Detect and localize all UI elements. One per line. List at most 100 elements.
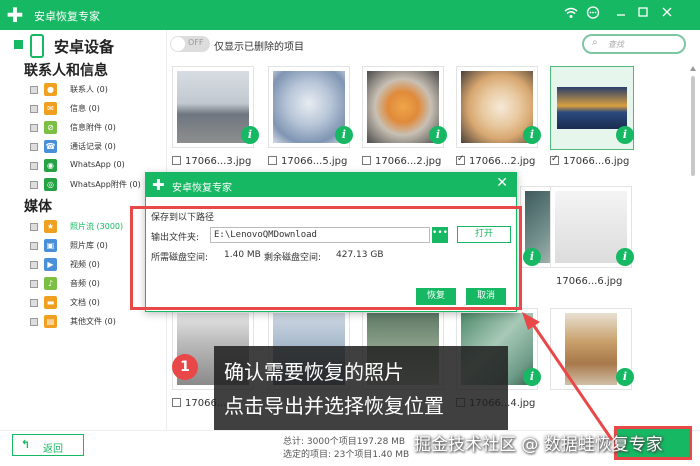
info-icon[interactable]: i [523,248,541,266]
wifi-icon[interactable] [562,6,580,24]
video-icon: ▶ [44,258,57,271]
dialog-header: ✚ 安卓恢复专家 ✕ [146,173,516,197]
toggle-label: 仅显示已删除的项目 [214,42,304,53]
sidebar-item-label: 音频 (0) [70,279,100,288]
item-checkbox[interactable] [30,261,38,269]
photo-image [177,71,249,143]
sidebar-item-messages[interactable]: ✉ 信息 (0) [30,101,160,117]
message-icon: ✉ [44,102,57,115]
sidebar-item-whatsapp[interactable]: ◉ WhatsApp (0) [30,158,160,174]
group-media: 媒体 [24,199,52,215]
toggle-knob [171,37,185,51]
search-placeholder: 查找 [608,40,624,49]
search-icon: ⌕ [592,37,598,48]
photo-image [565,313,617,385]
chat-icon[interactable] [584,6,602,24]
back-button[interactable]: ↰ 返回 [12,434,84,456]
photo-filename[interactable]: 17066...2.jpg [362,156,441,167]
app-logo-icon: ✚ [6,3,24,27]
audio-icon: ♪ [44,277,57,290]
sidebar-item-label: 信息 (0) [70,104,100,113]
photo-checkbox[interactable] [172,156,181,165]
photo-filename[interactable]: 17066...5.jpg [268,156,347,167]
vertical-scrollbar[interactable] [690,64,696,364]
info-icon[interactable]: i [616,248,634,266]
device-checkbox[interactable] [14,40,23,49]
info-icon[interactable]: i [523,368,541,386]
sidebar-item-label: 通话记录 (0) [70,142,116,151]
contacts-icon: ● [44,83,57,96]
sidebar-item-label: 照片库 (0) [70,241,108,250]
item-checkbox[interactable] [30,143,38,151]
info-icon[interactable]: i [429,126,447,144]
info-icon[interactable]: i [523,126,541,144]
whatsapp-icon: ◉ [44,159,57,172]
device-label: 安卓设备 [54,38,115,56]
photo-checkbox[interactable] [172,398,181,407]
sidebar-item-label: 照片流 (3000) [70,222,124,231]
search-input[interactable]: ⌕ 查找 [582,34,686,54]
dialog-close-icon[interactable]: ✕ [496,175,508,191]
item-checkbox[interactable] [30,181,38,189]
call-log-icon: ☎ [44,140,57,153]
total-items-text: 总计: 3000个项目197.28 MB [283,437,406,447]
instruction-overlay: 确认需要恢复的照片 点击导出并选择恢复位置 [214,346,508,430]
item-checkbox[interactable] [30,223,38,231]
item-checkbox[interactable] [30,162,38,170]
item-checkbox[interactable] [30,86,38,94]
photo-checkbox-checked[interactable] [456,154,465,165]
sidebar-item-call-log[interactable]: ☎ 通话记录 (0) [30,139,160,155]
deleted-only-toggle[interactable]: OFF [170,36,210,52]
group-contacts-messages: 联系人和信息 [24,63,108,79]
photo-checkbox-checked[interactable] [550,154,559,165]
item-checkbox[interactable] [30,124,38,132]
whatsapp-attachment-icon: ◎ [44,178,57,191]
sidebar-item-label: WhatsApp附件 (0) [70,180,141,189]
sidebar-item-label: 联系人 (0) [70,85,108,94]
sidebar-item-label: WhatsApp (0) [70,160,125,169]
sidebar-item-label: 视频 (0) [70,260,100,269]
photo-filename[interactable]: 17066...6.jpg [550,154,629,167]
title-bar: ✚ 安卓恢复专家 [0,0,700,30]
sidebar-item-other-files[interactable]: ▤ 其他文件 (0) [30,314,160,330]
sidebar-item-whatsapp-attachments[interactable]: ◎ WhatsApp附件 (0) [30,177,160,193]
sidebar-item-label: 文档 (0) [70,298,100,307]
close-icon[interactable] [658,6,676,24]
sidebar-item-message-attachments[interactable]: ⊘ 信息附件 (0) [30,120,160,136]
watermark-text: 掘金技术社区 @ 数据蛙恢复专家 [414,435,663,455]
photo-checkbox[interactable] [362,156,371,165]
back-label: 返回 [43,444,63,455]
photo-filename[interactable]: 17066...3.jpg [172,156,251,167]
other-files-icon: ▤ [44,315,57,328]
sidebar-item-contacts[interactable]: ● 联系人 (0) [30,82,160,98]
back-arrow-icon: ↰ [21,438,31,451]
window-title: 安卓恢复专家 [34,10,100,23]
info-icon[interactable]: i [616,126,634,144]
scrollbar-thumb[interactable] [691,76,695,176]
sidebar-item-label: 信息附件 (0) [70,123,116,132]
dialog-logo-icon: ✚ [152,176,165,194]
highlight-box [130,206,522,310]
info-icon[interactable]: i [616,368,634,386]
sidebar-item-label: 其他文件 (0) [70,317,116,326]
item-checkbox[interactable] [30,105,38,113]
info-icon[interactable]: i [335,126,353,144]
document-icon: ▬ [44,296,57,309]
step-number-badge: 1 [172,354,198,380]
photo-image [557,87,627,129]
photo-filename[interactable]: 17066...6.jpg [556,276,622,287]
photo-checkbox[interactable] [268,156,277,165]
instruction-line-1: 确认需要恢复的照片 [224,360,404,384]
instruction-line-2: 点击导出并选择恢复位置 [224,394,444,418]
item-checkbox[interactable] [30,299,38,307]
item-checkbox[interactable] [30,318,38,326]
photo-stream-icon: ★ [44,220,57,233]
info-icon[interactable]: i [241,126,259,144]
item-checkbox[interactable] [30,280,38,288]
photo-filename[interactable]: 17066...2.jpg [456,154,535,167]
selected-items-text: 选定的项目: 23个项目1.40 MB [283,450,410,460]
maximize-icon[interactable] [634,6,652,24]
phone-icon [30,34,44,58]
item-checkbox[interactable] [30,242,38,250]
minimize-icon[interactable] [612,6,630,24]
